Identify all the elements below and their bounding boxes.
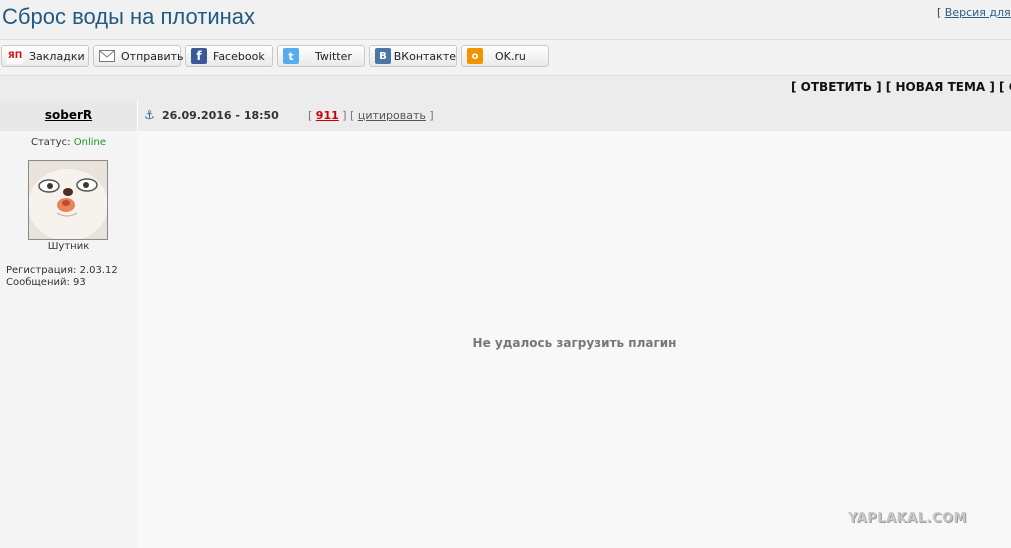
post-content: Не удалось загрузить плагин xyxy=(138,131,1011,548)
actions-tail[interactable]: ] [ С xyxy=(985,80,1011,94)
ok-button[interactable]: о OK.ru xyxy=(461,45,549,67)
post-date: 26.09.2016 - 18:50 xyxy=(162,109,279,122)
facebook-label: Facebook xyxy=(213,49,265,63)
post-meta-header: ⚓ 26.09.2016 - 18:50 [ 911 ] [ цитироват… xyxy=(138,100,1011,131)
avatar[interactable] xyxy=(28,160,108,240)
twitter-icon: t xyxy=(283,48,299,64)
ok-icon: о xyxy=(467,48,483,64)
title-bar: Сброс воды на плотинах [ Версия для xyxy=(0,0,1011,38)
facebook-icon: f xyxy=(191,48,207,64)
status-label: Статус: xyxy=(31,137,74,148)
author-username[interactable]: soberR xyxy=(0,108,137,122)
plugin-error-message: Не удалось загрузить плагин xyxy=(472,336,677,350)
yap-icon: ЯП xyxy=(7,48,23,64)
version-bracket: [ xyxy=(937,6,942,19)
post-links-open: [ xyxy=(308,109,316,122)
cat-avatar-image xyxy=(29,161,107,239)
vkontakte-button[interactable]: B ВКонтакте xyxy=(369,45,457,67)
send-label: Отправить xyxy=(121,49,184,63)
author-sidebar: Статус: Online Шутник Регистрация: 2.03.… xyxy=(0,131,137,548)
post-links: [ 911 ] [ цитировать ] xyxy=(308,109,434,122)
mail-icon xyxy=(99,48,115,64)
twitter-button[interactable]: t Twitter xyxy=(277,45,365,67)
actions-open-bracket: [ xyxy=(791,80,801,94)
post-links-close: ] xyxy=(425,109,434,122)
anchor-icon[interactable]: ⚓ xyxy=(144,108,155,122)
action-bar: [ ОТВЕТИТЬ ] [ НОВАЯ ТЕМА ] [ С xyxy=(0,75,1011,100)
print-version-link[interactable]: Версия для xyxy=(945,6,1011,19)
post-number-link[interactable]: 911 xyxy=(316,109,339,122)
topic-actions: [ ОТВЕТИТЬ ] [ НОВАЯ ТЕМА ] [ С xyxy=(791,80,1011,94)
bookmarks-button[interactable]: ЯП Закладки xyxy=(1,45,89,67)
bookmarks-label: Закладки xyxy=(29,49,85,63)
twitter-label: Twitter xyxy=(315,49,352,63)
site-watermark: YAPLAKAL.COM xyxy=(848,511,967,526)
share-bar: ЯП Закладки Отправить f Facebook t Twitt… xyxy=(0,39,1011,75)
post-author-header: soberR xyxy=(0,100,138,131)
new-topic-link[interactable]: НОВАЯ ТЕМА xyxy=(895,80,985,94)
author-messages: Сообщений: 93 xyxy=(6,277,86,288)
vkontakte-label: ВКонтакте xyxy=(393,49,456,63)
post-links-mid: ] [ xyxy=(338,109,358,122)
actions-separator: ] [ xyxy=(871,80,896,94)
send-button[interactable]: Отправить xyxy=(93,45,184,67)
vk-icon: B xyxy=(375,48,391,64)
author-registration: Регистрация: 2.03.12 xyxy=(6,265,118,276)
reply-link[interactable]: ОТВЕТИТЬ xyxy=(801,80,872,94)
author-rank: Шутник xyxy=(47,241,90,252)
author-status: Статус: Online xyxy=(0,137,137,148)
status-online: Online xyxy=(73,137,106,148)
ok-label: OK.ru xyxy=(495,49,526,63)
quote-link[interactable]: цитировать xyxy=(358,109,426,122)
page-title: Сброс воды на плотинах xyxy=(2,4,256,29)
facebook-button[interactable]: f Facebook xyxy=(185,45,273,67)
version-link-wrap: [ Версия для xyxy=(937,6,1011,19)
